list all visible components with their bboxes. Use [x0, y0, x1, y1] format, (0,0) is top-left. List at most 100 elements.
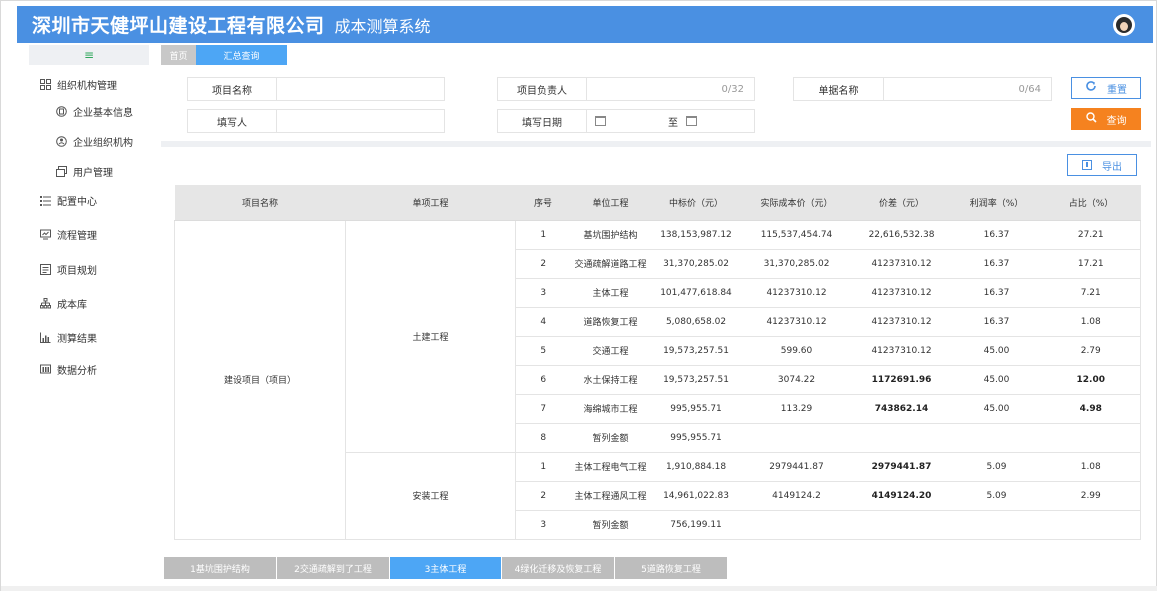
tab-bar: 首页 汇总查询 [161, 45, 287, 65]
org-icon [55, 136, 67, 148]
unit-name: 暂列金额 [570, 423, 651, 453]
profit-rate: 16.37 [951, 307, 1042, 337]
unit-name: 道路恢复工程 [570, 307, 651, 337]
profit-rate: 16.37 [951, 278, 1042, 308]
date-range-picker[interactable]: 至 [586, 109, 755, 133]
share [1041, 510, 1141, 540]
query-button[interactable]: 查询 [1071, 108, 1141, 130]
list-icon [39, 195, 51, 207]
actual-cost: 4149124.2 [741, 481, 852, 511]
profit-rate: 5.09 [951, 481, 1042, 511]
sidebar-item-label: 数据分析 [57, 366, 97, 377]
reset-button[interactable]: 重置 [1071, 77, 1141, 99]
unit-name: 主体工程电气工程 [570, 452, 651, 482]
flow-icon [39, 229, 51, 241]
actual-cost: 3074.22 [741, 365, 852, 395]
pager-tab-greening[interactable]: 4绿化迁移及恢复工程 [502, 557, 614, 579]
query-button-label: 查询 [1106, 115, 1127, 127]
unit-name: 交通疏解道路工程 [570, 249, 651, 279]
price-diff [851, 510, 952, 540]
sidebar-item-project-plan[interactable]: 项目规划 [39, 262, 97, 277]
pager-tab-road-recovery[interactable]: 5道路恢复工程 [615, 557, 727, 579]
profit-rate: 16.37 [951, 249, 1042, 279]
bid-price: 1,910,884.18 [650, 452, 742, 482]
app-frame: 深圳市天健坪山建设工程有限公司 成本测算系统 ≡ 组织机构管理 企业基本信息 企… [0, 0, 1157, 591]
column-header: 实际成本价（元） [741, 185, 852, 221]
search-icon [1085, 111, 1097, 127]
row-no: 7 [515, 394, 571, 424]
row-no: 4 [515, 307, 571, 337]
sidebar-item-flow-management[interactable]: 流程管理 [39, 227, 97, 242]
row-no: 3 [515, 278, 571, 308]
price-diff: 22,616,532.38 [851, 220, 952, 250]
grid-icon [39, 79, 51, 91]
bid-price: 19,573,257.51 [650, 365, 742, 395]
sidebar-item-org-management[interactable]: 组织机构管理 [39, 77, 117, 92]
sidebar-item-enterprise-info[interactable]: 企业基本信息 [55, 104, 133, 119]
unit-name: 水土保持工程 [570, 365, 651, 395]
sidebar-item-label: 企业基本信息 [73, 108, 133, 119]
table-row: 建设项目（项目） 土建工程 1 基坑围护结构 138,153,987.12 11… [174, 220, 1141, 540]
column-header: 项目名称 [174, 185, 346, 221]
company-name: 深圳市天健坪山建设工程有限公司 [32, 15, 325, 37]
unit-name: 基坑围护结构 [570, 220, 651, 250]
share: 4.98 [1041, 394, 1141, 424]
tab-summary-query[interactable]: 汇总查询 [196, 45, 287, 65]
price-diff: 2979441.87 [851, 452, 952, 482]
share: 2.79 [1041, 336, 1141, 366]
price-diff: 1172691.96 [851, 365, 952, 395]
share: 7.21 [1041, 278, 1141, 308]
summary-table: 项目名称 单项工程 序号 单位工程 中标价（元） 实际成本价（元） 价差（元） … [174, 185, 1141, 540]
owner-input[interactable]: 0/32 [586, 77, 755, 101]
column-header: 序号 [515, 185, 571, 221]
bid-price: 31,370,285.02 [650, 249, 742, 279]
price-diff: 41237310.12 [851, 278, 952, 308]
unit-name: 主体工程通风工程 [570, 481, 651, 511]
menu-toggle-icon[interactable]: ≡ [29, 45, 149, 65]
sidebar-item-label: 流程管理 [57, 231, 97, 242]
profit-rate: 45.00 [951, 336, 1042, 366]
sidebar-item-enterprise-org[interactable]: 企业组织机构 [55, 134, 133, 149]
unit-name: 交通工程 [570, 336, 651, 366]
sidebar-item-cost-library[interactable]: 成本库 [39, 296, 87, 311]
tree-icon [39, 298, 51, 310]
actual-cost: 115,537,454.74 [741, 220, 852, 250]
export-button[interactable]: 导出 [1067, 154, 1137, 176]
bid-price: 5,080,658.02 [650, 307, 742, 337]
sub-project-cell: 安装工程 [345, 452, 516, 540]
actual-cost: 599.60 [741, 336, 852, 366]
plan-icon [39, 264, 51, 276]
pager-tab-main-works[interactable]: 3主体工程 [390, 557, 501, 579]
filler-input[interactable] [276, 109, 445, 133]
reset-button-label: 重置 [1107, 84, 1127, 96]
doc-name-input[interactable]: 0/64 [883, 77, 1052, 101]
column-header: 单项工程 [345, 185, 516, 221]
avatar[interactable] [1113, 14, 1135, 36]
calendar-icon[interactable] [686, 116, 697, 126]
calendar-icon[interactable] [595, 116, 606, 126]
price-diff: 41237310.12 [851, 336, 952, 366]
sidebar-item-label: 配置中心 [57, 197, 97, 208]
bid-price: 14,961,022.83 [650, 481, 742, 511]
sidebar-item-calc-result[interactable]: 测算结果 [39, 330, 97, 345]
profit-rate: 5.09 [951, 452, 1042, 482]
sidebar-item-data-analysis[interactable]: 数据分析 [39, 362, 97, 377]
row-no: 2 [515, 249, 571, 279]
pager-tab-traffic[interactable]: 2交通疏解到了工程 [277, 557, 389, 579]
actual-cost [741, 510, 852, 540]
unit-name: 暂列金额 [570, 510, 651, 540]
project-name-input[interactable] [276, 77, 445, 101]
row-no: 1 [515, 452, 571, 482]
sidebar: ≡ 组织机构管理 企业基本信息 企业组织机构 用户管理 配置中心 流程管理 项目… [17, 43, 159, 543]
sidebar-item-label: 测算结果 [57, 334, 97, 345]
price-diff: 41237310.12 [851, 307, 952, 337]
sidebar-item-user-management[interactable]: 用户管理 [55, 164, 113, 179]
pager-tab-foundation[interactable]: 1基坑围护结构 [164, 557, 276, 579]
horizontal-scrollbar[interactable] [1, 586, 1157, 591]
profit-rate [951, 423, 1042, 453]
pager-tabs: 1基坑围护结构 2交通疏解到了工程 3主体工程 4绿化迁移及恢复工程 5道路恢复… [164, 557, 728, 579]
sidebar-item-config-center[interactable]: 配置中心 [39, 193, 97, 208]
share: 2.99 [1041, 481, 1141, 511]
tab-home[interactable]: 首页 [161, 45, 196, 65]
profit-rate: 45.00 [951, 365, 1042, 395]
